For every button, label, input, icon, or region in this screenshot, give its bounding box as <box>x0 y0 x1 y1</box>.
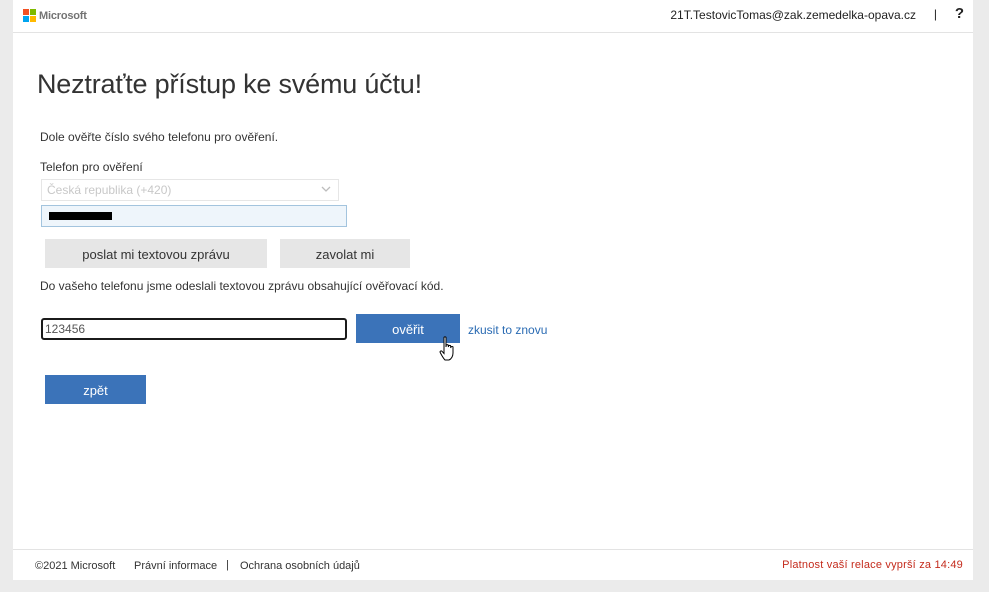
header: Microsoft 21T.TestovicTomas@zak.zemedelk… <box>13 0 973 33</box>
page: Microsoft 21T.TestovicTomas@zak.zemedelk… <box>13 0 973 580</box>
hand-cursor-icon <box>439 336 454 361</box>
country-select-value: Česká republika (+420) <box>47 183 172 197</box>
send-sms-button[interactable]: poslat mi textovou zprávu <box>45 239 267 268</box>
help-button[interactable]: ? <box>955 5 964 22</box>
user-email[interactable]: 21T.TestovicTomas@zak.zemedelka-opava.cz <box>670 8 916 22</box>
sent-message: Do vašeho telefonu jsme odeslali textovo… <box>40 279 444 293</box>
country-select[interactable]: Česká republika (+420) <box>41 179 339 201</box>
footer-separator: | <box>226 559 229 571</box>
retry-link[interactable]: zkusit to znovu <box>468 323 547 337</box>
session-timeout-notice: Platnost vaší relace vyprší za 14:49 <box>782 559 963 571</box>
page-title: Neztraťte přístup ke svému účtu! <box>37 69 422 99</box>
redacted-phone-number <box>49 212 112 220</box>
microsoft-logo: Microsoft <box>23 9 87 22</box>
legal-link[interactable]: Právní informace <box>134 560 217 572</box>
microsoft-logo-icon <box>23 9 36 22</box>
copyright: ©2021 Microsoft <box>35 560 116 572</box>
verification-code-input[interactable]: 123456 <box>41 318 347 340</box>
privacy-link[interactable]: Ochrana osobních údajů <box>240 560 360 572</box>
header-separator: | <box>933 7 937 21</box>
call-me-button[interactable]: zavolat mi <box>280 239 410 268</box>
phone-number-input[interactable] <box>41 205 347 227</box>
footer: ©2021 Microsoft Právní informace | Ochra… <box>13 549 973 581</box>
phone-label: Telefon pro ověření <box>40 160 143 174</box>
chevron-down-icon <box>321 186 331 192</box>
description: Dole ověřte číslo svého telefonu pro ově… <box>40 130 279 144</box>
back-button[interactable]: zpět <box>45 375 146 404</box>
brand-name: Microsoft <box>39 9 87 22</box>
